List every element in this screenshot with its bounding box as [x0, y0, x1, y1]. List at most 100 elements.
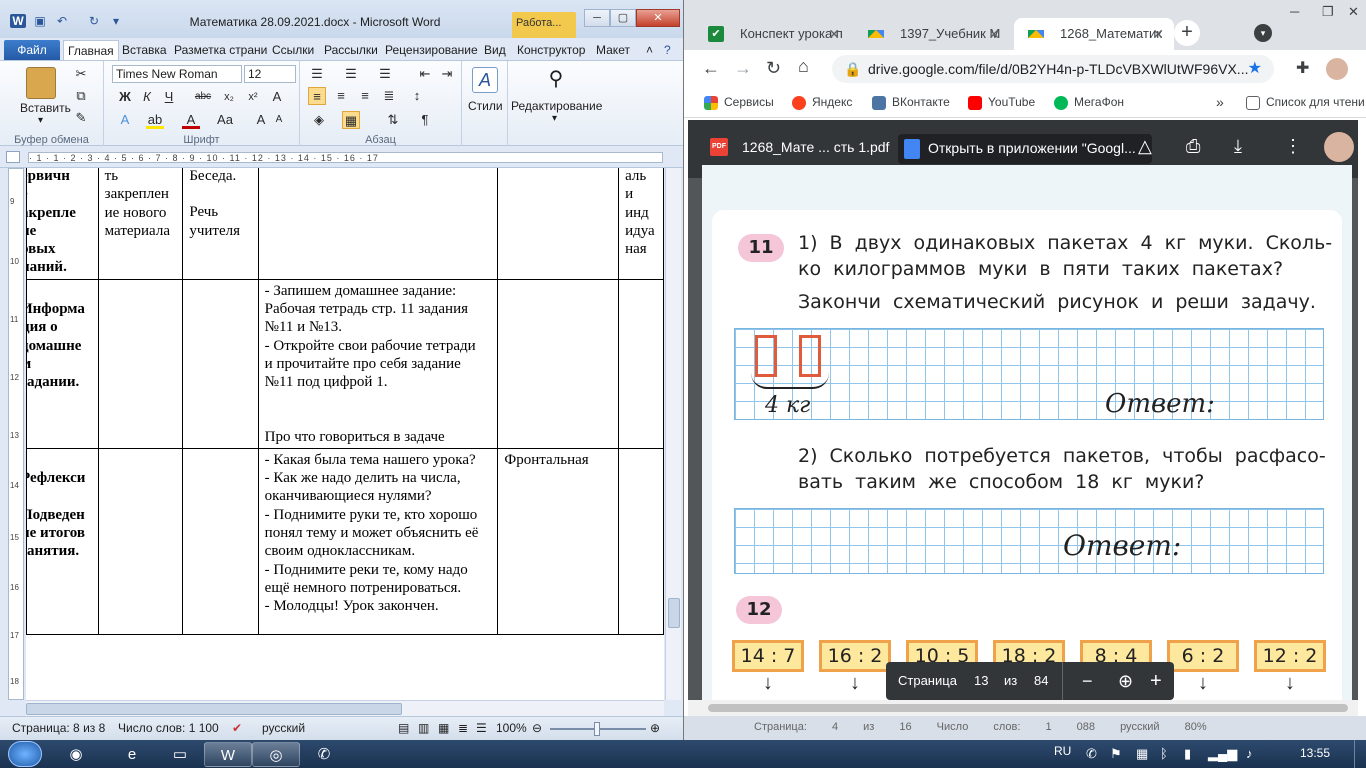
- close-tab-icon[interactable]: ✕: [828, 18, 840, 50]
- zoom-out-icon[interactable]: ⊖: [532, 717, 542, 739]
- minimize-button[interactable]: ─: [584, 9, 610, 27]
- view-web-icon[interactable]: ▦: [438, 717, 449, 739]
- font-name-combo[interactable]: Times New Roman: [112, 65, 242, 83]
- new-tab-icon[interactable]: +: [1174, 20, 1200, 46]
- battery-tray-icon[interactable]: ▮: [1184, 746, 1191, 762]
- table-cell[interactable]: Беседа. Речь учителя: [182, 168, 259, 280]
- strikethrough-icon[interactable]: abc: [194, 88, 212, 106]
- ie-taskbar-icon[interactable]: e: [108, 742, 156, 767]
- increase-indent-icon[interactable]: ⇥: [438, 65, 456, 83]
- input-language[interactable]: RU: [1054, 744, 1071, 758]
- styles-icon[interactable]: A: [472, 67, 498, 93]
- bookmark-services[interactable]: Сервисы: [704, 88, 774, 116]
- extensions-icon[interactable]: ✚: [1296, 58, 1309, 78]
- bold-icon[interactable]: Ж: [116, 88, 134, 106]
- justify-icon[interactable]: ≣: [380, 87, 398, 105]
- scroll-thumb[interactable]: [708, 704, 1348, 712]
- document-page[interactable]: ервичн е акрепле ие овых наний. ть закре…: [26, 168, 664, 700]
- underline-icon[interactable]: Ч: [160, 88, 178, 106]
- bookmark-vkontakte[interactable]: ВКонтакте: [872, 88, 950, 116]
- zoom-in-icon[interactable]: +: [1150, 662, 1162, 700]
- open-with-button[interactable]: Открыть в приложении "Googl...: [898, 134, 1152, 164]
- sort-icon[interactable]: ⇅: [384, 111, 402, 129]
- decrease-indent-icon[interactable]: ⇤: [416, 65, 434, 83]
- scroll-thumb[interactable]: [26, 703, 402, 715]
- table-cell[interactable]: [182, 447, 259, 635]
- view-draft-icon[interactable]: ☰: [476, 717, 487, 739]
- close-tab-icon[interactable]: ✕: [1152, 18, 1164, 50]
- table-cell[interactable]: [497, 278, 620, 449]
- add-to-drive-icon[interactable]: △: [1138, 136, 1152, 157]
- tab-file[interactable]: Файл: [4, 40, 60, 60]
- italic-icon[interactable]: К: [138, 88, 156, 106]
- scroll-thumb[interactable]: [668, 598, 680, 628]
- font-size-combo[interactable]: 12: [244, 65, 296, 83]
- horizontal-scrollbar[interactable]: [26, 700, 664, 716]
- align-center-icon[interactable]: ≡: [332, 87, 350, 105]
- home-icon[interactable]: ⌂: [798, 56, 809, 77]
- vertical-scrollbar[interactable]: [665, 168, 681, 700]
- reading-list[interactable]: Список для чтени: [1246, 88, 1365, 116]
- start-button[interactable]: [8, 741, 42, 767]
- numbering-icon[interactable]: ☰: [342, 65, 360, 83]
- tab-page-layout[interactable]: Разметка страни: [170, 40, 271, 60]
- binoculars-icon[interactable]: ⚲: [544, 67, 568, 91]
- chrome-restore-icon[interactable]: ❐: [1322, 4, 1334, 20]
- zoom-in-icon[interactable]: ⊕: [650, 717, 660, 739]
- zoom-fit-icon[interactable]: ⊕: [1118, 662, 1133, 700]
- more-bookmarks-icon[interactable]: »: [1216, 88, 1224, 116]
- zoom-out-icon[interactable]: −: [1082, 662, 1093, 700]
- line-spacing-icon[interactable]: ↕: [408, 87, 426, 105]
- grow-font-icon[interactable]: A: [252, 111, 270, 129]
- tab-home[interactable]: Главная: [63, 40, 119, 61]
- browser-tab[interactable]: ✔ Конспект урока п ✕: [694, 18, 850, 50]
- clear-format-icon[interactable]: A: [268, 88, 286, 106]
- bookmark-megafon[interactable]: МегаФон: [1054, 88, 1124, 116]
- editing-dropdown-icon[interactable]: ▾: [552, 113, 557, 124]
- tab-references[interactable]: Ссылки: [268, 40, 318, 60]
- maximize-button[interactable]: ▢: [610, 9, 636, 27]
- table-cell[interactable]: [497, 168, 620, 280]
- bookmark-yandex[interactable]: Яндекс: [792, 88, 852, 116]
- paste-label[interactable]: Вставить: [20, 101, 71, 115]
- align-right-icon[interactable]: ≡: [356, 87, 374, 105]
- multilevel-list-icon[interactable]: ☰: [376, 65, 394, 83]
- zoom-slider-thumb[interactable]: [594, 722, 600, 736]
- tab-design[interactable]: Конструктор: [513, 40, 589, 60]
- table-cell[interactable]: аль и инд идуа ная: [618, 168, 664, 280]
- superscript-icon[interactable]: x²: [244, 88, 262, 106]
- tab-search-icon[interactable]: ▾: [1254, 24, 1272, 42]
- address-bar[interactable]: 🔒 drive.google.com/file/d/0B2YH4n-p-TLDc…: [832, 55, 1274, 83]
- tab-view[interactable]: Вид: [480, 40, 510, 60]
- current-page[interactable]: 13: [974, 662, 988, 700]
- volume-tray-icon[interactable]: ♪: [1246, 746, 1253, 761]
- shading-icon[interactable]: ◈: [310, 111, 328, 129]
- shrink-font-icon[interactable]: A: [270, 111, 288, 129]
- browser-tab[interactable]: 1397_Учебник М ✕: [854, 18, 1010, 50]
- bookmark-youtube[interactable]: YouTube: [968, 88, 1035, 116]
- view-reading-icon[interactable]: ▥: [418, 717, 429, 739]
- close-tab-icon[interactable]: ✕: [988, 18, 1000, 50]
- text-effects-icon[interactable]: A: [116, 111, 134, 129]
- table-cell[interactable]: ервичн е акрепле ие овых наний.: [26, 168, 99, 280]
- copy-icon[interactable]: ⧉: [72, 87, 90, 105]
- close-button[interactable]: ✕: [636, 9, 680, 27]
- change-case-icon[interactable]: Aa: [216, 111, 234, 129]
- page-count[interactable]: Страница: 8 из 8: [12, 717, 105, 739]
- viber-taskbar-icon[interactable]: ✆: [300, 742, 348, 767]
- font-color-icon[interactable]: A: [182, 111, 200, 129]
- table-cell[interactable]: - Какая была тема нашего урока? - Как же…: [257, 447, 499, 635]
- subscript-icon[interactable]: x₂: [220, 88, 238, 106]
- view-outline-icon[interactable]: ≣: [458, 717, 468, 739]
- chrome-minimize-icon[interactable]: ─: [1290, 4, 1299, 19]
- bookmark-star-icon[interactable]: ★: [1248, 55, 1262, 83]
- cut-icon[interactable]: ✂: [72, 65, 90, 83]
- spellcheck-icon[interactable]: ✔: [232, 717, 242, 739]
- language[interactable]: русский: [262, 717, 305, 739]
- more-options-icon[interactable]: ⋮: [1284, 136, 1302, 157]
- table-cell[interactable]: ть закреплен ие нового материала: [97, 168, 184, 280]
- lock-icon[interactable]: 🔒: [844, 55, 861, 83]
- show-desktop-button[interactable]: [1354, 740, 1366, 768]
- bluetooth-tray-icon[interactable]: ᛒ: [1160, 746, 1168, 761]
- table-cell[interactable]: - Запишем домашнее задание: Рабочая тетр…: [257, 278, 499, 449]
